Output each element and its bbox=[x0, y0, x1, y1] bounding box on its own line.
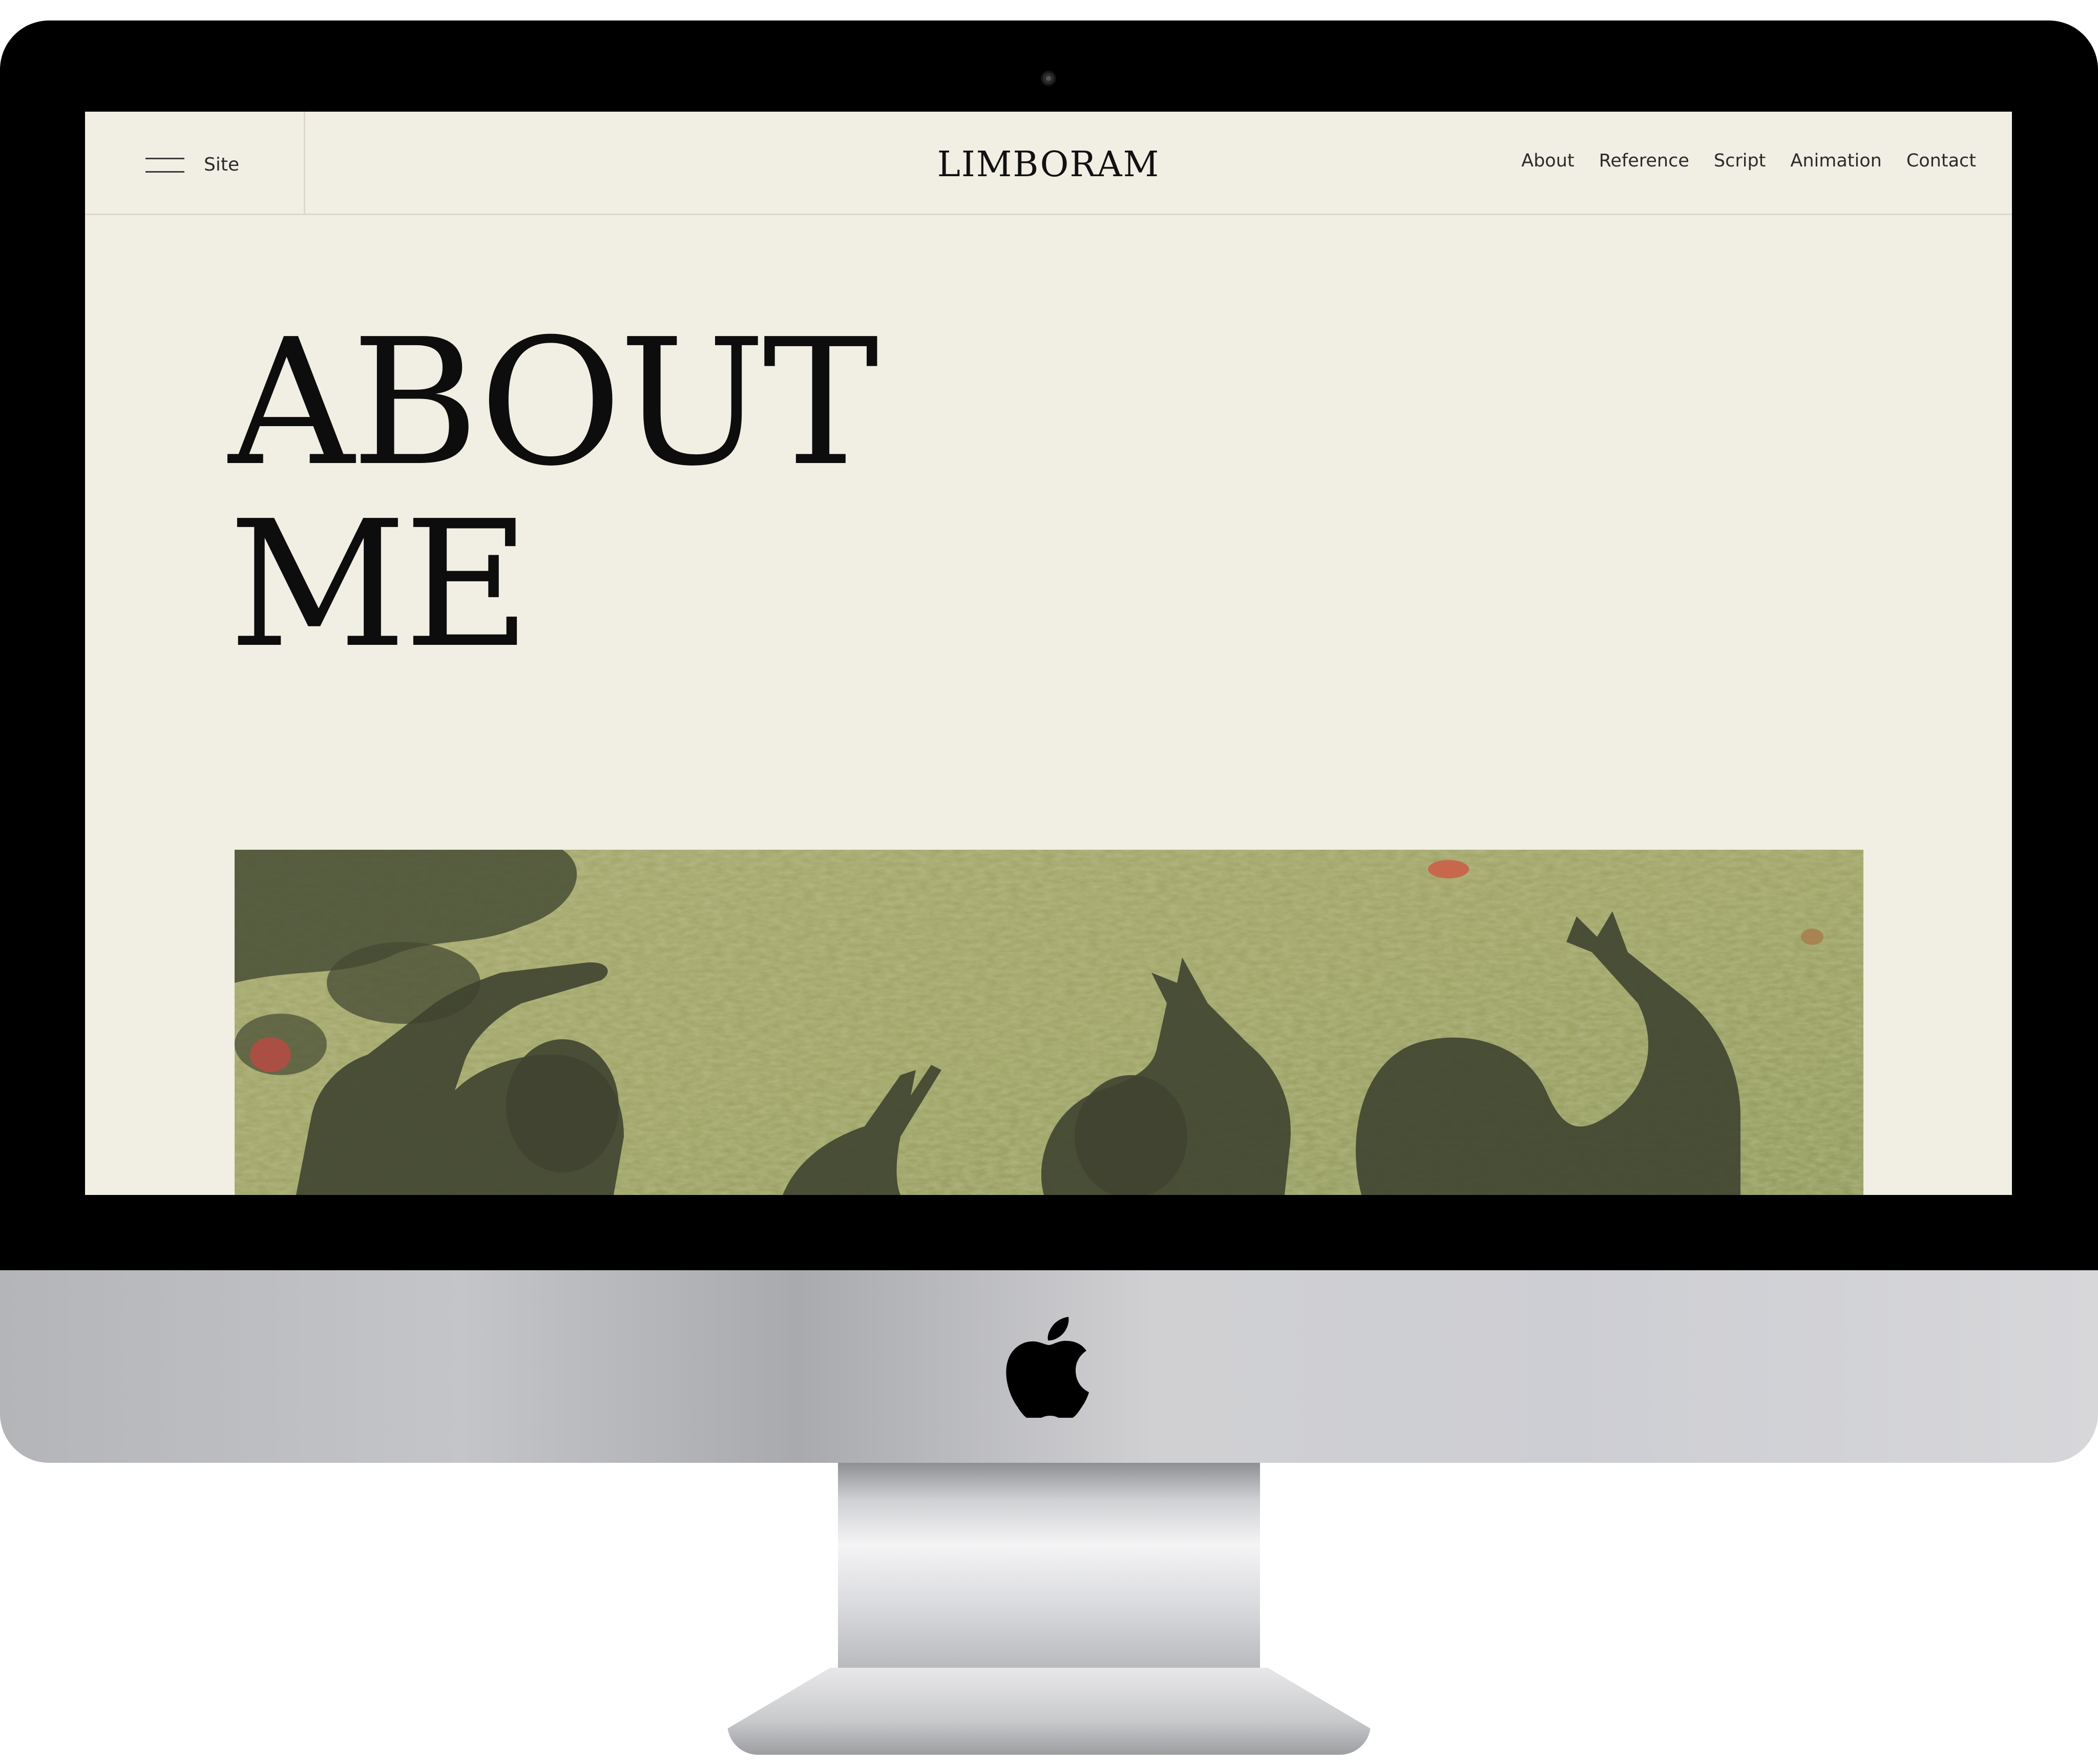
site-menu-button[interactable]: Site bbox=[85, 112, 305, 215]
site-header: Site LIMBORAM About Reference Script Ani… bbox=[85, 112, 2012, 215]
monitor-stand-base bbox=[727, 1668, 1371, 1755]
nav-item-about[interactable]: About bbox=[1521, 149, 1574, 173]
brand-logo[interactable]: LIMBORAM bbox=[895, 144, 1202, 185]
main-nav: About Reference Script Animation Contact bbox=[1521, 149, 1976, 173]
nav-item-contact[interactable]: Contact bbox=[1906, 149, 1976, 173]
page-title: ABOUT ME bbox=[228, 302, 879, 686]
monitor-chin bbox=[0, 1270, 2098, 1463]
website-screen: Site LIMBORAM About Reference Script Ani… bbox=[85, 112, 2012, 1195]
site-menu-label: Site bbox=[204, 154, 240, 175]
nav-item-reference[interactable]: Reference bbox=[1599, 149, 1689, 173]
nav-item-script[interactable]: Script bbox=[1714, 149, 1766, 173]
page-title-line-2: ME bbox=[228, 484, 531, 686]
webcam-icon bbox=[1041, 71, 1056, 86]
monitor-stand-neck bbox=[838, 1463, 1260, 1668]
page-title-line-1: ABOUT bbox=[228, 302, 879, 505]
nav-item-animation[interactable]: Animation bbox=[1790, 149, 1881, 173]
hero-photo-shadows-on-grass bbox=[235, 850, 1863, 1195]
apple-logo-icon bbox=[1006, 1317, 1089, 1418]
hamburger-icon bbox=[145, 158, 184, 174]
